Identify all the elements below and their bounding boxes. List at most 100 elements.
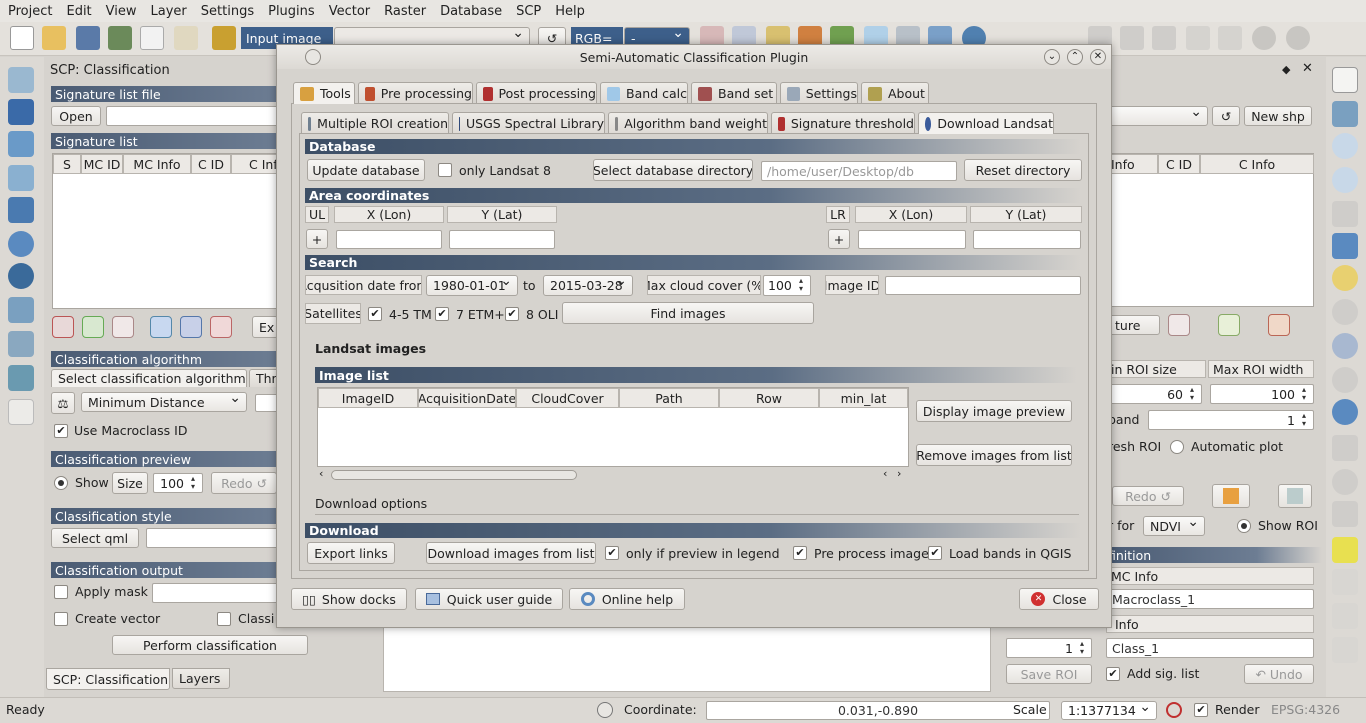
save-icon[interactable] <box>76 26 100 50</box>
export-button[interactable]: Ex <box>252 316 278 338</box>
new-print-icon[interactable] <box>140 26 164 50</box>
date-from-combo[interactable]: 1980-01-01 <box>426 275 518 296</box>
only-landsat8-checkbox[interactable] <box>438 163 452 177</box>
ture-button[interactable]: ture <box>1108 315 1160 335</box>
render-checkbox[interactable]: ✔ <box>1194 703 1208 717</box>
tab-settings[interactable]: Settings <box>780 82 858 104</box>
tab-post-processing[interactable]: Post processing <box>476 82 597 104</box>
sig-col-mcid[interactable]: MC ID <box>81 154 123 174</box>
tab-about[interactable]: About <box>861 82 929 104</box>
signature-plot-icon[interactable] <box>112 316 134 338</box>
create-vector-checkbox[interactable] <box>54 612 68 626</box>
show-preview-radio[interactable] <box>54 476 68 490</box>
lr-y-input[interactable] <box>973 230 1081 249</box>
col-cloud-cover[interactable]: CloudCover <box>516 388 619 408</box>
dialog-minimize-button[interactable]: ⌄ <box>1044 49 1060 65</box>
menu-view[interactable]: View <box>100 4 143 19</box>
ndvi-combo[interactable]: NDVI <box>1143 516 1205 536</box>
update-database-button[interactable]: Update database <box>307 159 425 181</box>
min-roi-size-spinbox[interactable]: 60 <box>1108 384 1202 404</box>
display-preview-button[interactable]: Display image preview <box>916 400 1072 422</box>
tab-multiple-roi[interactable]: Multiple ROI creation <box>301 112 449 134</box>
show-roi-radio[interactable] <box>1237 519 1251 533</box>
roi-remove-icon[interactable] <box>1268 314 1290 336</box>
identify-icon[interactable] <box>1332 435 1358 461</box>
new-shp-button[interactable]: New shp <box>1244 106 1312 126</box>
tab-download-landsat[interactable]: Download Landsat <box>918 112 1054 134</box>
menu-vector[interactable]: Vector <box>323 4 376 19</box>
online-help-button[interactable]: Online help <box>569 588 685 610</box>
add-vector-icon[interactable] <box>8 67 34 93</box>
lr-x-input[interactable] <box>858 230 966 249</box>
tab-scp-classification[interactable]: SCP: Classification <box>46 668 170 690</box>
c-info-input[interactable]: Class_1 <box>1106 638 1314 658</box>
date-to-combo[interactable]: 2015-03-28 <box>543 275 633 296</box>
tab-band-calc[interactable]: Band calc <box>600 82 688 104</box>
export-links-button[interactable]: Export links <box>307 542 395 564</box>
add-sig-list-checkbox[interactable]: ✔ <box>1106 667 1120 681</box>
menu-layer[interactable]: Layer <box>145 4 193 19</box>
algorithm-combo[interactable]: Minimum Distance <box>81 392 247 412</box>
use-macroclass-checkbox[interactable]: ✔ <box>54 424 68 438</box>
menu-project[interactable]: Project <box>2 4 58 19</box>
only-preview-checkbox[interactable]: ✔ <box>605 546 619 560</box>
delete-signature-icon[interactable] <box>52 316 74 338</box>
attribute-table-icon[interactable] <box>1332 603 1358 629</box>
add-wcs-icon[interactable] <box>8 263 34 289</box>
roi-col-cinfo[interactable]: C Info <box>1200 154 1314 174</box>
map-canvas[interactable] <box>383 626 991 692</box>
select-qml-button[interactable]: Select qml <box>51 528 139 548</box>
add-spatialite-icon[interactable] <box>8 165 34 191</box>
roi-col-cid[interactable]: C ID <box>1158 154 1200 174</box>
download-images-button[interactable]: Download images from list <box>426 542 596 564</box>
menu-scp[interactable]: SCP <box>510 4 547 19</box>
size-button[interactable]: Size <box>112 472 148 494</box>
coordinate-display[interactable]: 0.031,-0.890 <box>706 701 1050 720</box>
zoom-native-icon[interactable] <box>1332 201 1358 227</box>
new-shapefile-icon[interactable] <box>8 365 34 391</box>
add-raster-icon[interactable] <box>8 99 34 125</box>
col-imageid[interactable]: ImageID <box>318 388 418 408</box>
signature-file-input[interactable] <box>106 106 304 126</box>
tab-select-algorithm[interactable]: Select classification algorithm <box>51 369 247 387</box>
sig-col-cid[interactable]: C ID <box>191 154 231 174</box>
zoom-full-icon[interactable] <box>1332 233 1358 259</box>
save-as-icon[interactable] <box>108 26 132 50</box>
float-dock-icon[interactable]: ◆ <box>1282 63 1290 76</box>
sat-8oli-checkbox[interactable]: ✔ <box>505 307 519 321</box>
scrollbar-thumb[interactable] <box>331 470 577 480</box>
zoom-last-icon[interactable] <box>1332 333 1358 359</box>
add-wfs-icon[interactable] <box>8 297 34 323</box>
max-roi-width-spinbox[interactable]: 100 <box>1210 384 1314 404</box>
band-spinbox[interactable]: 1 <box>1148 410 1314 430</box>
reset-directory-button[interactable]: Reset directory <box>964 159 1082 181</box>
add-mssql-icon[interactable] <box>8 197 34 223</box>
algorithm-weight-button[interactable]: ⚖ <box>51 392 75 414</box>
roi-grid-button[interactable] <box>1278 484 1312 508</box>
automatic-plot-radio[interactable] <box>1170 440 1184 454</box>
tab-band-set[interactable]: Band set <box>691 82 777 104</box>
roi-scatter-icon[interactable] <box>1218 314 1240 336</box>
col-row[interactable]: Row <box>719 388 819 408</box>
roi-col-info[interactable]: Info <box>1108 154 1158 174</box>
tab-pre-processing[interactable]: Pre processing <box>358 82 473 104</box>
menu-settings[interactable]: Settings <box>195 4 260 19</box>
add-postgis-icon[interactable] <box>8 131 34 157</box>
image-id-input[interactable] <box>885 276 1081 295</box>
crs-label[interactable]: EPSG:4326 <box>1271 702 1340 717</box>
col-min-lat[interactable]: min_lat <box>819 388 908 408</box>
zoom-next-icon[interactable] <box>1332 367 1358 393</box>
roi-pointer-button[interactable] <box>1212 484 1250 508</box>
pan-hand-icon[interactable] <box>1332 67 1358 93</box>
perform-classification-button[interactable]: Perform classification <box>112 635 308 655</box>
undo-button[interactable]: ↶ Undo <box>1244 664 1314 684</box>
classification-report-checkbox[interactable] <box>217 612 231 626</box>
size-spinbox[interactable]: 100 <box>153 473 203 493</box>
save-roi-button[interactable]: Save ROI <box>1006 664 1092 684</box>
c-id-spinbox[interactable]: 1 <box>1006 638 1092 658</box>
open-folder-icon[interactable] <box>42 26 66 50</box>
add-wms-icon[interactable] <box>8 231 34 257</box>
find-images-button[interactable]: Find images <box>562 302 814 324</box>
open-signature-button[interactable]: Open <box>51 106 101 126</box>
import-usgs-icon[interactable] <box>180 316 202 338</box>
